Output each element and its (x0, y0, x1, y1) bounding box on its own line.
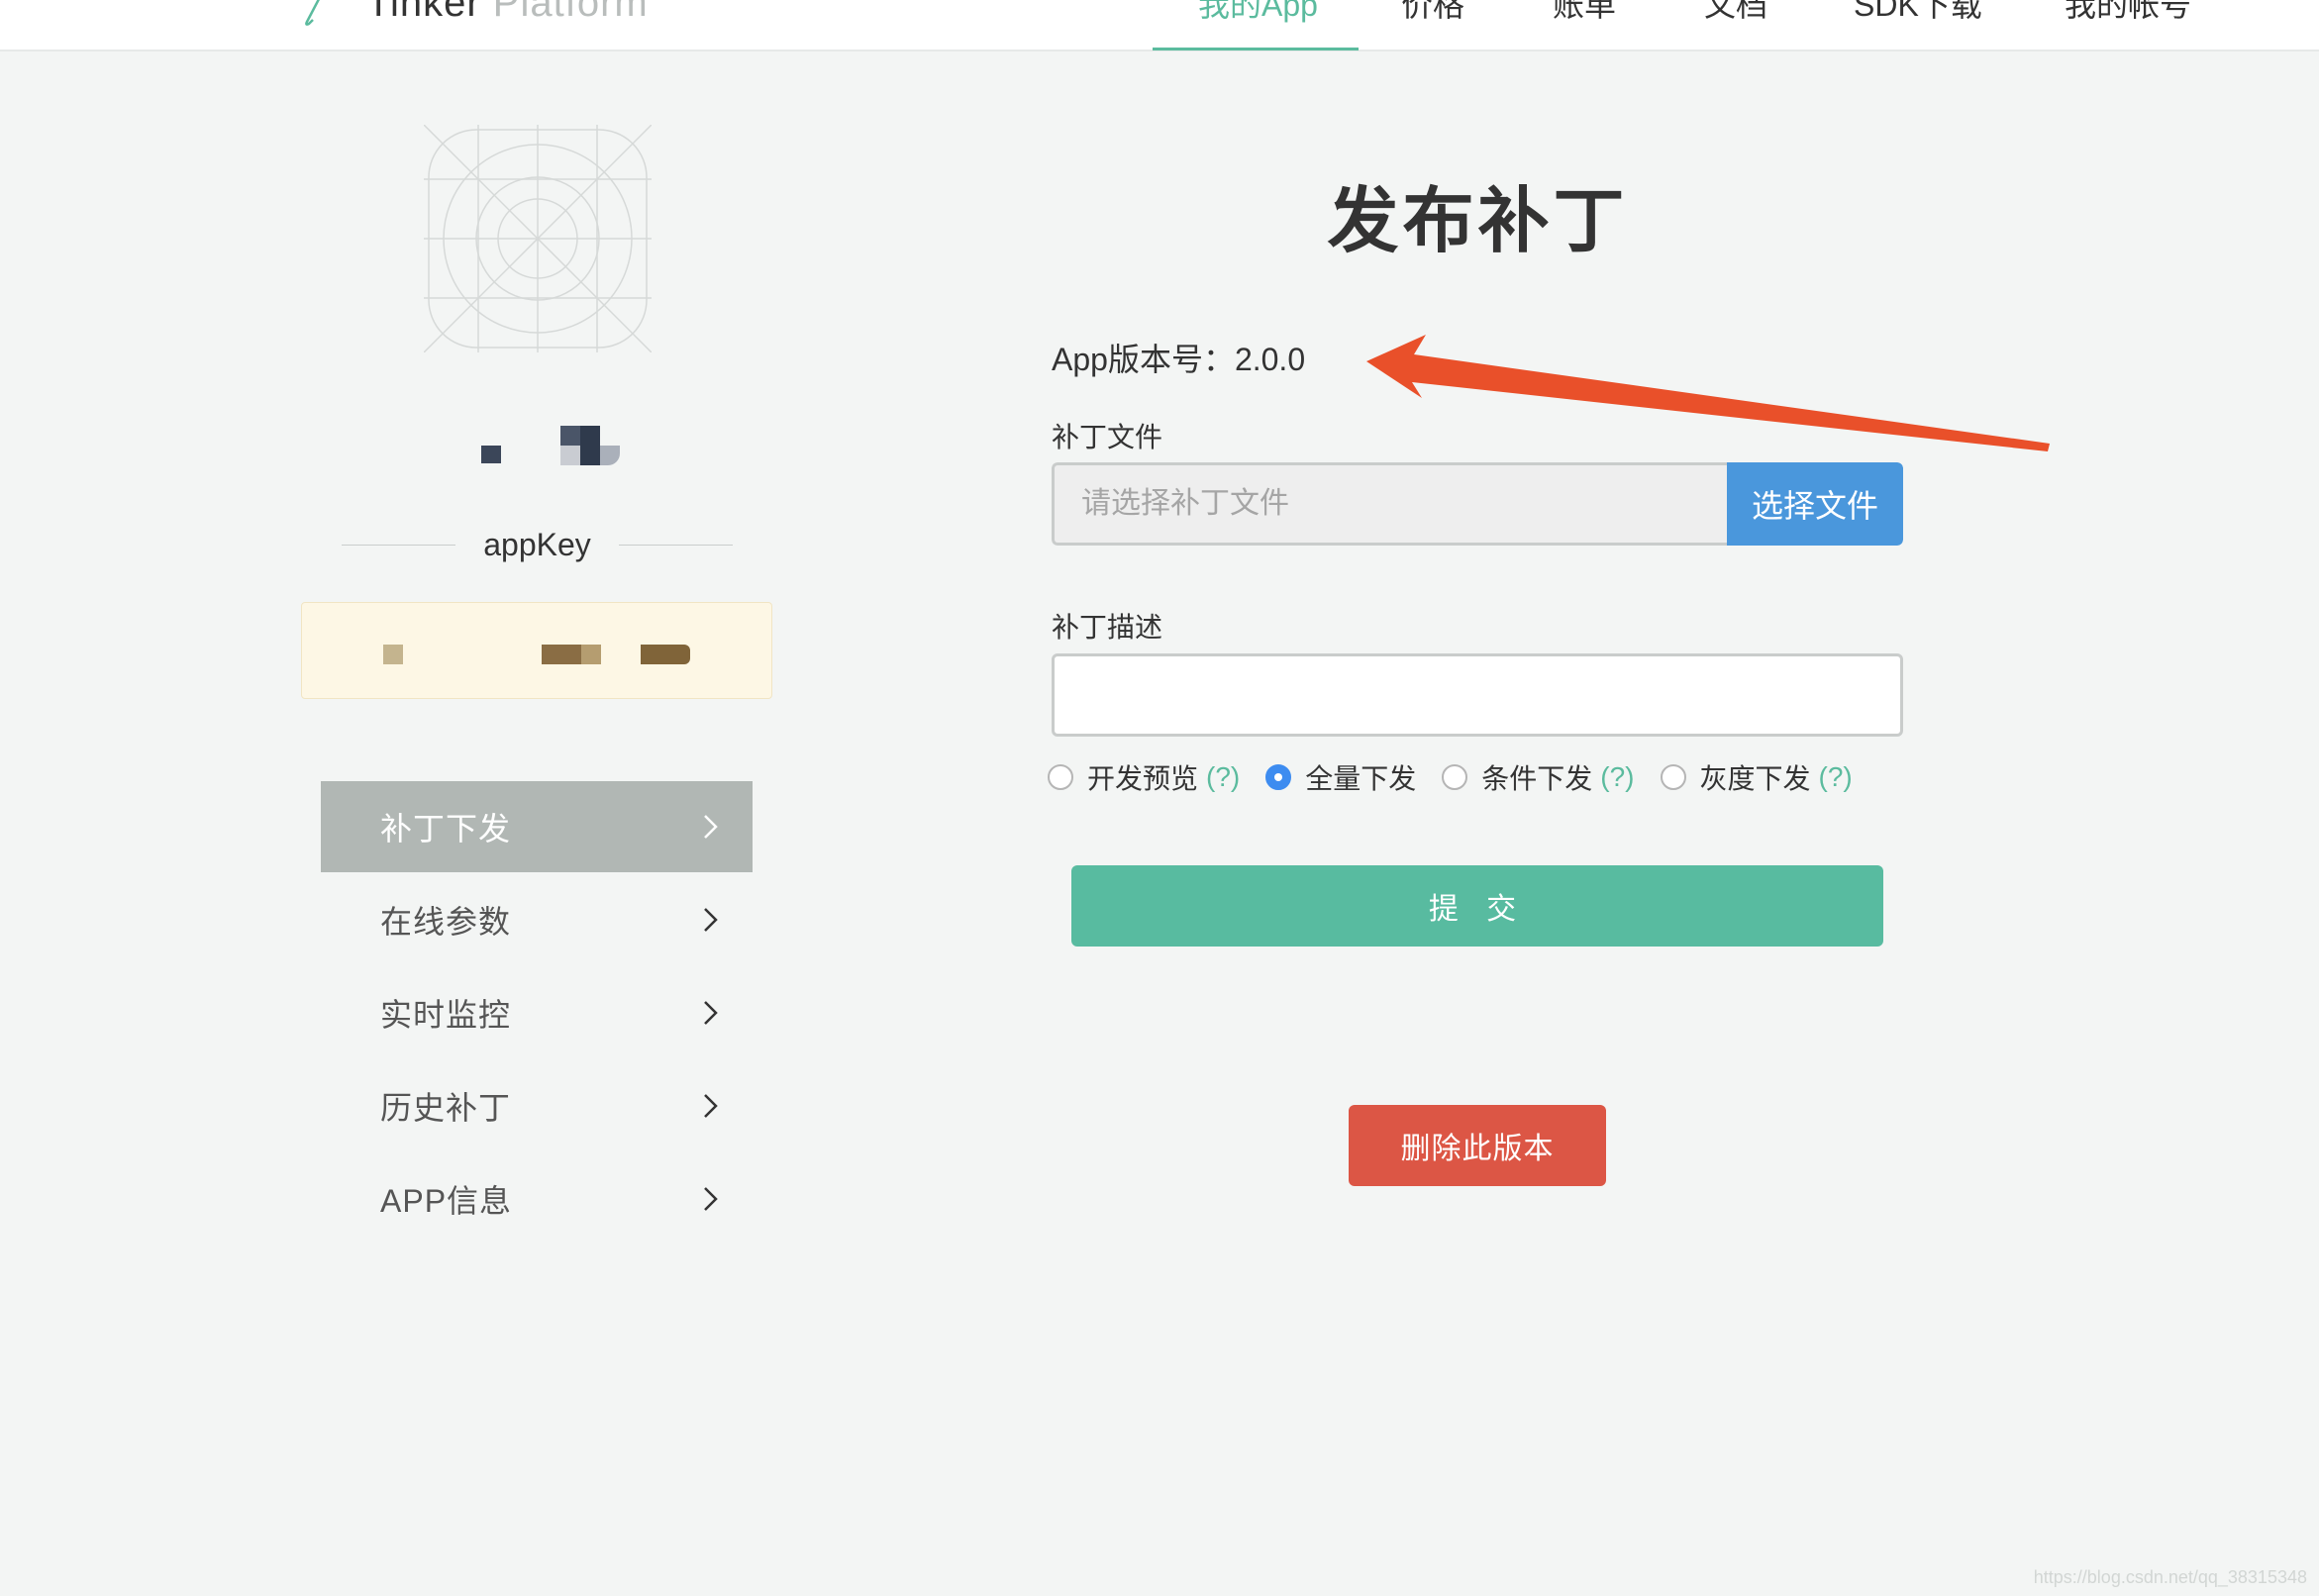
top-navbar: Tinker Platform 我的App 价格 账单 文档 SDK下载 我的帐… (0, 0, 2319, 51)
radio-gray-release[interactable]: 灰度下发 (?) (1660, 757, 1853, 797)
help-link[interactable]: (?) (1819, 761, 1853, 793)
brand-secondary: Platform (492, 0, 649, 25)
brand[interactable]: Tinker Platform (297, 0, 649, 28)
patch-file-input[interactable] (1052, 462, 1727, 546)
choose-file-button[interactable]: 选择文件 (1727, 462, 1903, 546)
chevron-right-icon (704, 815, 718, 839)
nav-active-indicator (1153, 48, 1359, 50)
nav-docs[interactable]: 文档 (1704, 0, 1767, 30)
radio-label: 条件下发 (1481, 763, 1593, 794)
sidebar-item-patch-release[interactable]: 补丁下发 (321, 781, 753, 872)
annotation-arrow-icon (1366, 335, 2050, 451)
appkey-label: appKey (483, 526, 591, 562)
app-version-text: App版本号：2.0.0 (1052, 342, 1306, 377)
sidebar-item-realtime-monitor[interactable]: 实时监控 (321, 967, 753, 1058)
app-icon-placeholder (424, 125, 652, 352)
nav-my-account[interactable]: 我的帐号 (2065, 0, 2191, 30)
chevron-right-icon (704, 1094, 718, 1118)
radio-button[interactable] (1660, 764, 1686, 790)
sidebar-item-patch-history[interactable]: 历史补丁 (321, 1060, 753, 1151)
appkey-divider: appKey (342, 525, 733, 564)
sidebar-item-label: 实时监控 (380, 997, 512, 1033)
radio-button[interactable] (1048, 764, 1073, 790)
release-mode-radio-group: 开发预览 (?) 全量下发 条件下发 (?) 灰度下发 (?) (1048, 757, 1878, 797)
watermark: https://blog.csdn.net/qq_38315348 (2033, 1567, 2307, 1587)
radio-full-release[interactable]: 全量下发 (1265, 757, 1416, 797)
sidebar-item-app-info[interactable]: APP信息 (321, 1153, 753, 1245)
radio-button[interactable] (1442, 764, 1468, 790)
page-title: 发布补丁 (1327, 182, 1629, 261)
help-link[interactable]: (?) (1600, 761, 1634, 793)
submit-button[interactable]: 提 交 (1071, 865, 1883, 947)
divider-line (342, 544, 456, 546)
radio-label: 开发预览 (1087, 763, 1199, 794)
nav-billing[interactable]: 账单 (1553, 0, 1616, 30)
sidebar-menu: 补丁下发 在线参数 实时监控 历史补丁 APP信息 (321, 781, 753, 1247)
radio-dev-preview[interactable]: 开发预览 (?) (1048, 757, 1240, 797)
sidebar-item-label: 在线参数 (380, 904, 512, 940)
appkey-value-box (301, 602, 772, 699)
tinker-logo-icon (305, 0, 320, 26)
radio-label: 全量下发 (1305, 763, 1417, 794)
patch-description-input[interactable] (1052, 653, 1903, 737)
chevron-right-icon (704, 908, 718, 932)
sidebar-item-label: APP信息 (380, 1183, 513, 1219)
delete-version-button[interactable]: 删除此版本 (1349, 1105, 1606, 1186)
radio-conditional-release[interactable]: 条件下发 (?) (1442, 757, 1635, 797)
sidebar-item-label: 补丁下发 (380, 811, 512, 847)
nav-my-app[interactable]: 我的App (1198, 0, 1318, 30)
patch-file-group: 选择文件 (1052, 462, 1903, 546)
radio-label: 灰度下发 (1699, 763, 1811, 794)
divider-line (618, 544, 733, 546)
radio-button[interactable] (1265, 764, 1292, 790)
brand-name: Tinker Platform (366, 0, 649, 26)
patch-file-label: 补丁文件 (1052, 422, 1163, 452)
patch-description-label: 补丁描述 (1052, 612, 1163, 643)
chevron-right-icon (704, 1001, 718, 1025)
brand-primary: Tinker (366, 0, 481, 25)
sidebar-item-label: 历史补丁 (380, 1090, 512, 1126)
nav-sdk-download[interactable]: SDK下载 (1854, 0, 1982, 30)
help-link[interactable]: (?) (1206, 761, 1240, 793)
sidebar-item-online-params[interactable]: 在线参数 (321, 874, 753, 965)
nav-pricing[interactable]: 价格 (1401, 0, 1464, 30)
chevron-right-icon (704, 1187, 718, 1211)
